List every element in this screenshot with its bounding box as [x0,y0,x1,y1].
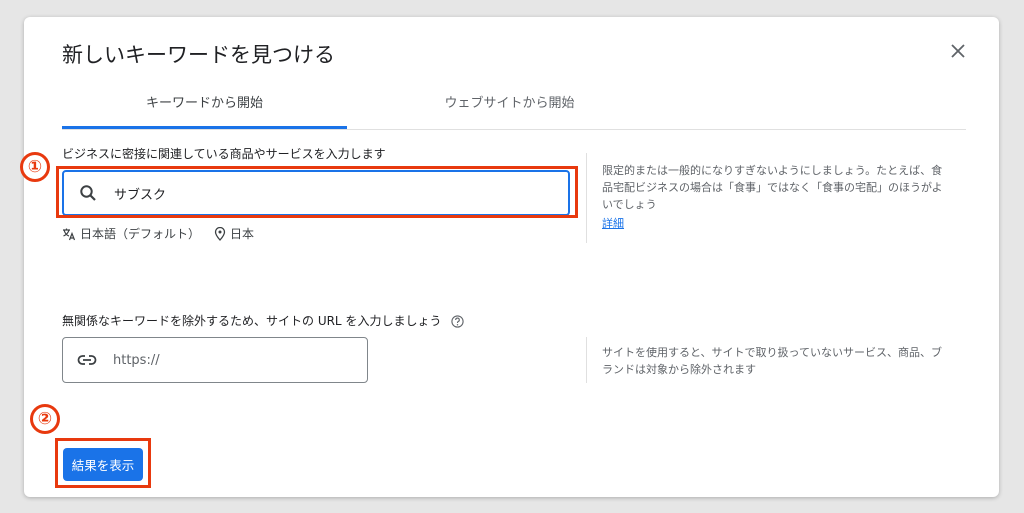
tab-start-from-keywords[interactable]: キーワードから開始 [62,75,347,129]
language-link[interactable]: 日本語（デフォルト） [80,225,200,242]
keyword-planner-dialog: 新しいキーワードを見つける キーワードから開始 ウェブサイトから開始 ビジネスに… [24,17,999,497]
link-icon [77,350,97,370]
learn-more-link[interactable]: 詳細 [602,215,624,231]
location-pin-icon[interactable] [214,226,226,241]
site-help-text: サイトを使用すると、サイトで取り扱っていないサービス、商品、ブランドは対象から除… [602,346,943,376]
tab-label: ウェブサイトから開始 [444,95,575,111]
keyword-input-box[interactable] [62,170,570,216]
site-url-label: 無関係なキーワードを除外するため、サイトの URL を入力しましょう [62,314,442,328]
tab-label: キーワードから開始 [145,95,263,111]
targeting-info: 日本語（デフォルト） 日本 [62,225,254,242]
search-icon [78,183,98,203]
keyword-help-text: 限定的または一般的になりすぎないようにしましょう。たとえば、食品宅配ビジネスの場… [602,164,943,211]
help-icon[interactable] [451,315,464,328]
site-url-label-row: 無関係なキーワードを除外するため、サイトの URL を入力しましょう [62,312,464,329]
dialog-title: 新しいキーワードを見つける [62,43,335,67]
site-url-input-box[interactable] [62,337,368,383]
divider [586,153,587,243]
tab-start-from-website[interactable]: ウェブサイトから開始 [367,75,652,127]
step-2-badge: ② [30,404,60,434]
show-results-button[interactable]: 結果を表示 [63,448,143,481]
close-icon[interactable] [950,43,966,59]
keyword-input[interactable] [112,184,496,202]
close-button[interactable] [946,39,970,63]
step-1-badge: ① [20,152,50,182]
divider [586,337,587,383]
location-link[interactable]: 日本 [230,225,254,242]
keyword-field-label: ビジネスに密接に関連している商品やサービスを入力します [62,147,386,161]
tab-bar: キーワードから開始 ウェブサイトから開始 [62,75,966,130]
site-url-input[interactable] [111,351,315,369]
translate-icon[interactable] [62,227,76,241]
